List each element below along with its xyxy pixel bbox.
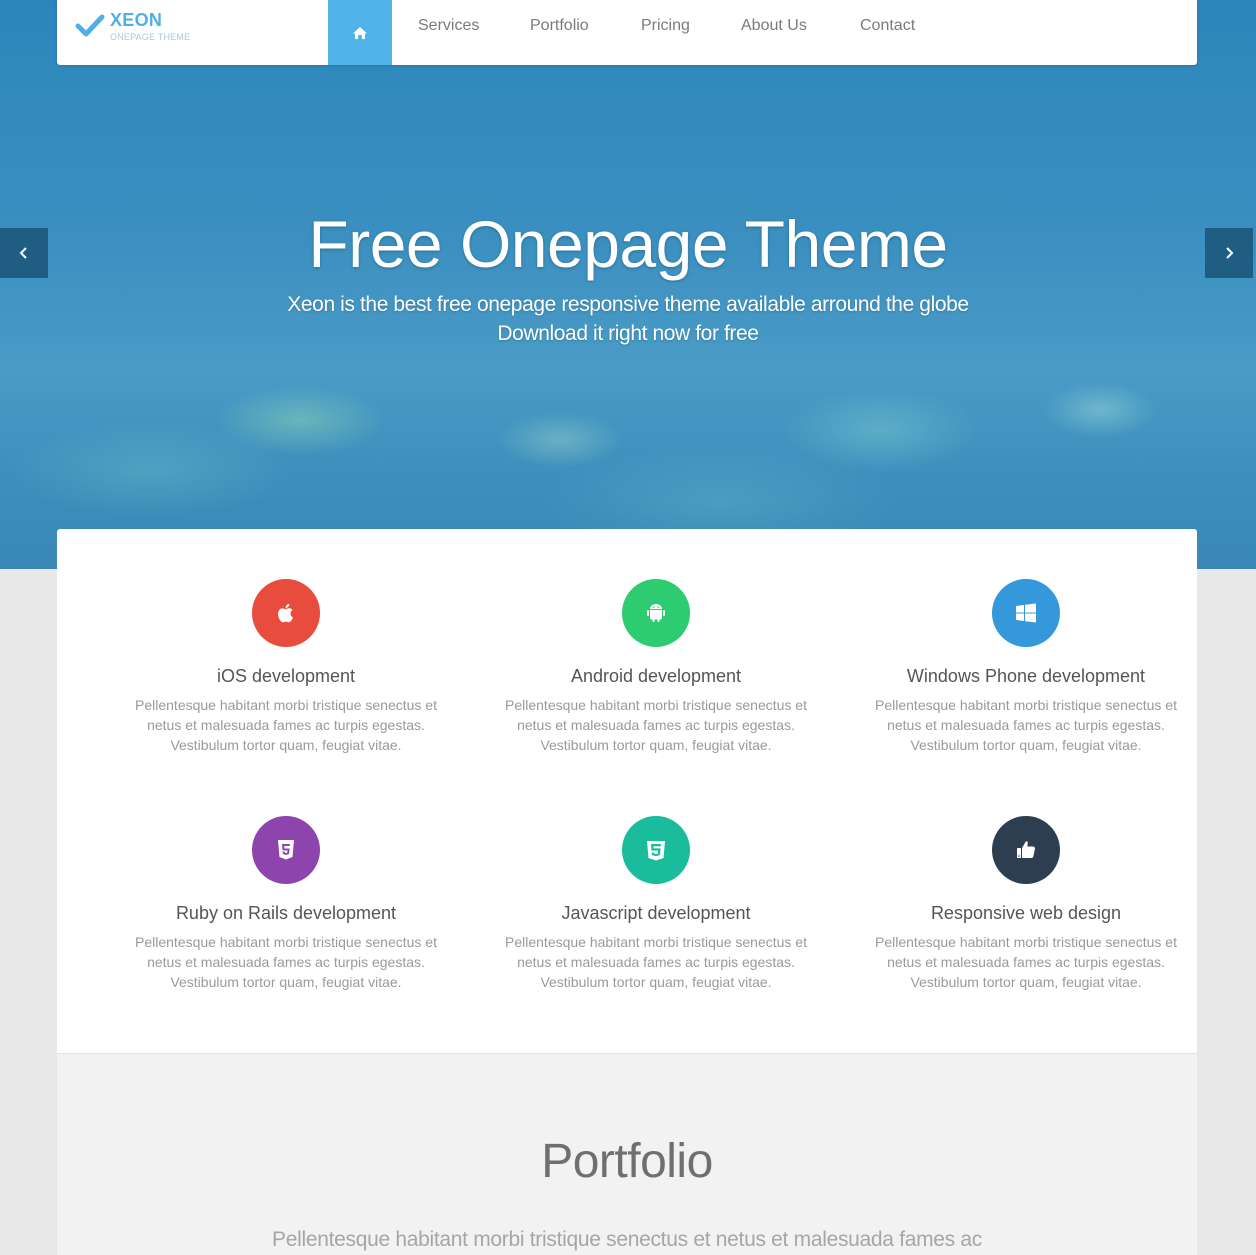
service-icon-circle	[992, 579, 1060, 647]
checkmark-icon	[75, 14, 105, 37]
service-description-line: netus et malesuada fames ac turpis egest…	[517, 954, 795, 970]
slider-next-button[interactable]	[1205, 228, 1253, 278]
service-title: Responsive web design	[930, 903, 1122, 923]
hero-subtitle-line-2: Download it right now for free	[497, 322, 759, 345]
service-description-line: Vestibulum tortor quam, feugiat vitae.	[910, 974, 1142, 990]
service-description-line: Vestibulum tortor quam, feugiat vitae.	[170, 974, 402, 990]
service-icon-circle	[622, 579, 690, 647]
hero-slider: Free Onepage Theme Xeon is the best free…	[0, 0, 1256, 569]
thumbs-up-icon	[1017, 841, 1035, 858]
service-description: Pellentesque habitant morbi tristique se…	[116, 695, 456, 755]
service-description-line: netus et malesuada fames ac turpis egest…	[147, 717, 425, 733]
brand-name: XEON	[110, 10, 163, 30]
services-section: iOS development Pellentesque habitant mo…	[57, 529, 1197, 1053]
service-description-line: Vestibulum tortor quam, feugiat vitae.	[540, 737, 772, 753]
service-icon-circle	[992, 816, 1060, 884]
service-title: Android development	[570, 666, 742, 686]
service-title: Ruby on Rails development	[175, 903, 397, 923]
service-title: iOS development	[216, 666, 356, 686]
service-description: Pellentesque habitant morbi tristique se…	[856, 932, 1196, 992]
service-description-line: netus et malesuada fames ac turpis egest…	[147, 954, 425, 970]
portfolio-title: Portfolio	[541, 1135, 713, 1188]
service-description: Pellentesque habitant morbi tristique se…	[116, 932, 456, 992]
service-icon-circle	[252, 579, 320, 647]
hero-subtitle-line-1: Xeon is the best free onepage responsive…	[287, 293, 969, 316]
service-description-line: Pellentesque habitant morbi tristique se…	[875, 697, 1177, 713]
service-description-line: Vestibulum tortor quam, feugiat vitae.	[170, 737, 402, 753]
portfolio-section: Portfolio Pellentesque habitant morbi tr…	[57, 1053, 1197, 1255]
service-title: Windows Phone development	[906, 666, 1146, 686]
apple-icon	[278, 603, 293, 623]
chevron-left-icon	[19, 247, 27, 259]
service-icon-circle	[252, 816, 320, 884]
brand-tagline: ONEPAGE THEME	[110, 32, 191, 42]
chevron-right-icon	[1226, 247, 1234, 259]
home-icon	[353, 26, 367, 39]
nav-item-contact[interactable]: Contact	[860, 17, 915, 35]
html5-icon	[278, 840, 294, 860]
android-icon	[647, 604, 665, 622]
nav-item-about-us[interactable]: About Us	[741, 17, 807, 35]
nav-item-portfolio[interactable]: Portfolio	[530, 17, 589, 35]
service-icon-circle	[622, 816, 690, 884]
service-description-line: Pellentesque habitant morbi tristique se…	[135, 934, 437, 950]
portfolio-intro: Pellentesque habitant morbi tristique se…	[272, 1228, 982, 1251]
hero-title: Free Onepage Theme	[308, 207, 948, 281]
nav-item-pricing[interactable]: Pricing	[641, 17, 690, 35]
slider-prev-button[interactable]	[0, 228, 48, 278]
service-description-line: Pellentesque habitant morbi tristique se…	[875, 934, 1177, 950]
service-description-line: Pellentesque habitant morbi tristique se…	[505, 697, 807, 713]
service-description-line: netus et malesuada fames ac turpis egest…	[887, 717, 1165, 733]
service-description-line: netus et malesuada fames ac turpis egest…	[517, 717, 795, 733]
nav-home-button[interactable]	[328, 0, 392, 65]
service-description-line: Pellentesque habitant morbi tristique se…	[505, 934, 807, 950]
navbar: XEON ONEPAGE THEME Services Portfolio Pr…	[57, 0, 1197, 65]
service-description-line: Vestibulum tortor quam, feugiat vitae.	[910, 737, 1142, 753]
service-description-line: Vestibulum tortor quam, feugiat vitae.	[540, 974, 772, 990]
service-description-line: Pellentesque habitant morbi tristique se…	[135, 697, 437, 713]
nav-item-services[interactable]: Services	[418, 17, 479, 35]
service-description: Pellentesque habitant morbi tristique se…	[856, 695, 1196, 755]
windows-icon	[1016, 603, 1036, 623]
service-description-line: netus et malesuada fames ac turpis egest…	[887, 954, 1165, 970]
css3-icon	[647, 841, 665, 861]
service-description: Pellentesque habitant morbi tristique se…	[486, 932, 826, 992]
service-description: Pellentesque habitant morbi tristique se…	[486, 695, 826, 755]
service-title: Javascript development	[561, 903, 751, 923]
